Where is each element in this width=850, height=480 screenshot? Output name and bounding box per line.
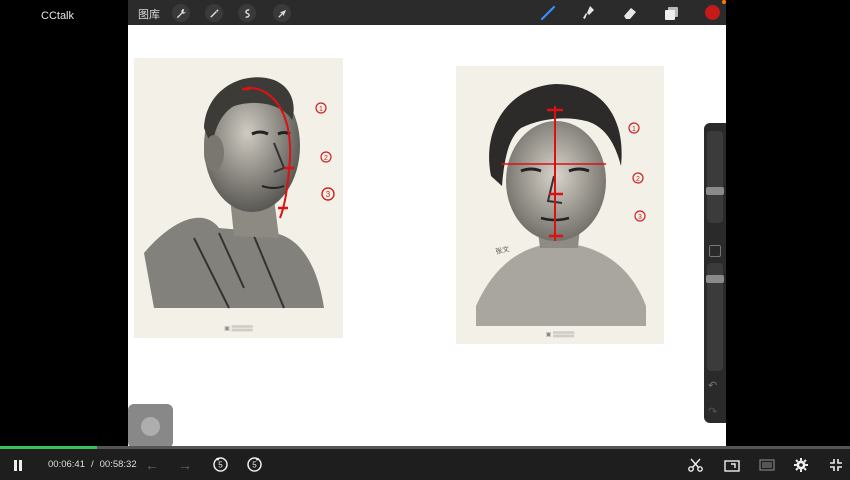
screen-share-icon[interactable] — [723, 457, 741, 473]
pause-icon[interactable] — [11, 458, 25, 472]
scissors-icon[interactable] — [687, 457, 703, 473]
annotation-3: 3 — [326, 190, 331, 199]
smudge-icon[interactable] — [579, 3, 599, 23]
forward-label: 5 — [252, 461, 257, 470]
watermark-logo: ▣ ▒▒▒▒▒ — [224, 326, 253, 332]
modify-button[interactable] — [709, 245, 721, 257]
assistive-touch-button[interactable] — [128, 404, 173, 448]
annotation-2: 2 — [324, 155, 328, 162]
artist-signature: 张文 — [495, 244, 511, 256]
rewind-5-icon[interactable]: 5 — [212, 456, 229, 473]
gallery-button[interactable]: 图库 — [138, 6, 160, 22]
color-picker-swatch[interactable] — [705, 5, 720, 20]
layers-icon[interactable] — [661, 3, 681, 23]
previous-arrow-icon[interactable]: ← — [144, 457, 160, 473]
eraser-icon[interactable] — [620, 3, 640, 23]
annotation-1: 1 — [632, 126, 636, 133]
brush-size-slider[interactable] — [706, 131, 724, 223]
assistive-touch-dot — [141, 417, 160, 436]
portrait-sketch-right: 1 2 3 张文 ▣ ▒▒▒▒▒ — [456, 66, 664, 344]
player-controls: 00:06:41 / 00:58:32 ← → 5 5 — [0, 449, 850, 480]
settings-gear-icon[interactable] — [793, 457, 809, 473]
magic-wand-icon[interactable] — [205, 4, 223, 22]
brush-sidebar: ↶ ↷ — [704, 123, 726, 423]
time-separator: / — [90, 459, 94, 470]
app-title: CCtalk — [41, 10, 75, 22]
canvas-toolbar: 图库 — [128, 0, 726, 25]
wrench-icon[interactable] — [172, 4, 190, 22]
rewind-label: 5 — [218, 461, 223, 470]
brush-size-handle[interactable] — [706, 187, 724, 195]
total-time: 00:58:32 — [99, 459, 137, 470]
redo-icon[interactable]: ↷ — [708, 405, 717, 418]
opacity-handle[interactable] — [706, 275, 724, 283]
time-display: 00:06:41 / 00:58:32 — [45, 459, 140, 470]
current-time: 00:06:41 — [48, 459, 85, 470]
brush-icon[interactable] — [538, 3, 558, 23]
watermark-logo: ▣ ▒▒▒▒▒ — [545, 332, 575, 338]
opacity-slider[interactable] — [706, 263, 724, 371]
next-arrow-icon[interactable]: → — [177, 457, 193, 473]
portrait-sketch-left: 1 2 3 ▣ ▒▒▒▒▒ — [134, 58, 343, 338]
exit-fullscreen-icon[interactable] — [828, 457, 844, 473]
undo-icon[interactable]: ↶ — [708, 379, 717, 392]
picture-in-picture-icon[interactable] — [758, 457, 776, 473]
selection-icon[interactable] — [238, 4, 256, 22]
forward-5-icon[interactable]: 5 — [246, 456, 263, 473]
color-indicator-dot — [722, 0, 726, 4]
procreate-canvas[interactable]: 图库 1 2 3 ▣ ▒▒▒▒▒ 1 2 3 张文 ▣ ▒▒▒▒▒ — [128, 0, 726, 449]
annotation-3: 3 — [638, 214, 642, 221]
annotation-1: 1 — [319, 106, 323, 113]
annotation-2: 2 — [636, 176, 640, 183]
transform-arrow-icon[interactable] — [273, 4, 291, 22]
